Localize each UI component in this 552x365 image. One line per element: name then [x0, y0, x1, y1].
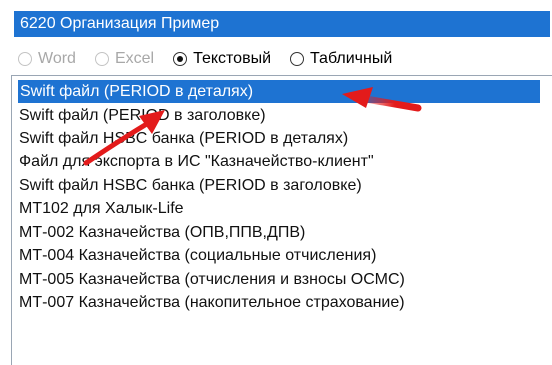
radio-label: Word: [38, 50, 76, 67]
radio-label: Excel: [114, 50, 155, 67]
radio-label: Текстовый: [193, 50, 271, 67]
list-item-mt005-treasury[interactable]: МТ-005 Казначейства (отчисления и взносы…: [19, 268, 405, 291]
list-item-mt004-treasury[interactable]: МТ-004 Казначейства (социальные отчислен…: [19, 244, 376, 267]
radio-label: Табличный: [310, 50, 393, 67]
export-settings-panel: 6220 Организация Пример Word Excel Текст…: [0, 0, 552, 365]
radio-table[interactable]: Табличный: [290, 50, 392, 68]
radio-indicator: [18, 52, 32, 66]
list-item-treasury-client-export[interactable]: Файл для экспорта в ИС "Казначейство-кли…: [19, 150, 374, 173]
list-item-mt007-treasury[interactable]: МТ-007 Казначейства (накопительное страх…: [19, 291, 405, 314]
radio-indicator: [290, 52, 304, 66]
file-format-list[interactable]: Swift файл (PERIOD в деталях) Swift файл…: [11, 75, 552, 365]
list-item-swift-period-header[interactable]: Swift файл (PERIOD в заголовке): [19, 104, 266, 127]
list-item-mt102-halyk-life[interactable]: МТ102 для Халык-Life: [19, 197, 184, 220]
list-item-mt002-treasury[interactable]: МТ-002 Казначейства (ОПВ,ППВ,ДПВ): [19, 221, 305, 244]
list-item-swift-period-details[interactable]: Swift файл (PERIOD в деталях): [18, 80, 540, 103]
radio-word[interactable]: Word: [18, 50, 76, 68]
format-radio-group: Word Excel Текстовый Табличный: [18, 46, 411, 72]
radio-excel[interactable]: Excel: [94, 50, 155, 68]
radio-indicator: [173, 52, 188, 66]
list-item-hsbc-period-details[interactable]: Swift файл HSBC банка (PERIOD в деталях): [19, 127, 348, 150]
list-item-hsbc-period-header[interactable]: Swift файл HSBC банка (PERIOD в заголовк…: [19, 174, 362, 197]
radio-text[interactable]: Текстовый: [173, 50, 271, 68]
radio-indicator: [94, 52, 109, 66]
organization-field[interactable]: 6220 Организация Пример: [14, 11, 550, 37]
